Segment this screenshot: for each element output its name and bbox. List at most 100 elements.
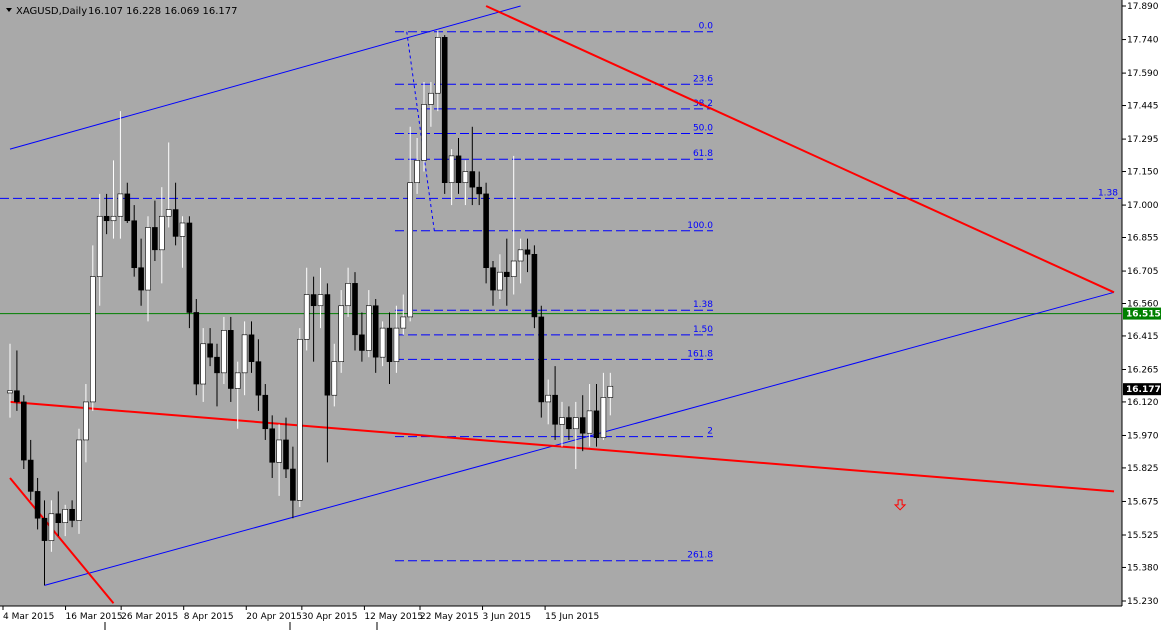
candle-body[interactable]: [172, 209, 179, 237]
candle-body[interactable]: [76, 439, 82, 521]
candle-body[interactable]: [248, 334, 255, 362]
candle-body[interactable]: [379, 327, 386, 358]
price-chart[interactable]: 1.38 0.023.638.250.061.8100.01.381.50161…: [0, 0, 1165, 630]
y-tick-label: 17.150: [1127, 168, 1159, 178]
candle-body[interactable]: [552, 394, 558, 425]
candle-body[interactable]: [566, 417, 572, 430]
candle-body[interactable]: [110, 215, 117, 222]
candle-body[interactable]: [165, 209, 172, 217]
y-tick-label: 15.525: [1127, 531, 1159, 541]
candle-body[interactable]: [365, 305, 372, 351]
candle-body[interactable]: [545, 394, 552, 403]
candle-body[interactable]: [600, 397, 607, 439]
candle-body[interactable]: [152, 227, 158, 251]
candle-body[interactable]: [359, 334, 365, 351]
candle-body[interactable]: [476, 186, 483, 195]
candle-body[interactable]: [579, 417, 586, 434]
candle-body[interactable]: [572, 417, 579, 430]
x-tick-label: 20 Apr 2015: [246, 612, 302, 622]
candle-body[interactable]: [497, 271, 503, 291]
candle-body[interactable]: [386, 327, 393, 362]
candle-body[interactable]: [124, 193, 131, 222]
candle-body[interactable]: [393, 327, 400, 362]
candle-body[interactable]: [96, 215, 103, 277]
candle-body[interactable]: [14, 390, 20, 403]
candle-body[interactable]: [131, 220, 137, 269]
candle-body[interactable]: [262, 394, 269, 430]
candle-body[interactable]: [352, 283, 358, 336]
candle-body[interactable]: [276, 439, 282, 463]
candle-body[interactable]: [62, 508, 69, 524]
candle-body[interactable]: [531, 253, 538, 318]
candle-body[interactable]: [372, 305, 379, 358]
y-tick-label: 16.855: [1127, 234, 1159, 244]
candle-body[interactable]: [255, 361, 262, 396]
candle-body[interactable]: [317, 294, 324, 307]
candle-body[interactable]: [338, 305, 345, 362]
current-price-tag-text: 16.177: [1126, 385, 1161, 395]
candle-body[interactable]: [90, 276, 96, 403]
candle-body[interactable]: [414, 160, 420, 184]
candle-body[interactable]: [510, 260, 517, 277]
candle-body[interactable]: [48, 513, 55, 541]
candle-body[interactable]: [593, 410, 600, 439]
candle-body[interactable]: [345, 283, 351, 307]
candle-body[interactable]: [483, 193, 489, 269]
x-tick-label: 3 Jun 2015: [483, 612, 531, 622]
candle-body[interactable]: [186, 222, 193, 313]
x-tick-label: 15 Jun 2015: [545, 612, 599, 622]
candle-body[interactable]: [20, 401, 27, 461]
candle-body[interactable]: [228, 330, 234, 389]
candle-body[interactable]: [331, 361, 338, 396]
candle-body[interactable]: [455, 155, 462, 184]
candle-body[interactable]: [462, 171, 469, 184]
candle-body[interactable]: [41, 517, 48, 541]
candle-body[interactable]: [103, 215, 110, 222]
candle-body[interactable]: [441, 37, 448, 184]
candle-body[interactable]: [607, 385, 614, 398]
candle-body[interactable]: [34, 491, 41, 519]
candle-body[interactable]: [179, 222, 186, 237]
candle-body[interactable]: [7, 390, 13, 394]
candle-body[interactable]: [428, 92, 434, 105]
candle-body[interactable]: [283, 439, 289, 470]
candle-body[interactable]: [138, 267, 144, 291]
candle-body[interactable]: [421, 104, 427, 161]
candle-body[interactable]: [407, 182, 414, 318]
candle-body[interactable]: [83, 401, 89, 441]
candle-body[interactable]: [221, 330, 227, 374]
candle-body[interactable]: [69, 508, 75, 521]
candle-body[interactable]: [310, 294, 317, 307]
candle-body[interactable]: [234, 372, 241, 389]
candle-body[interactable]: [586, 410, 593, 434]
fib-level-label: 100.0: [687, 221, 713, 231]
candle-body[interactable]: [324, 294, 331, 396]
candle-body[interactable]: [524, 249, 531, 255]
candle-body[interactable]: [503, 271, 510, 277]
candle-body[interactable]: [303, 294, 310, 340]
candle-body[interactable]: [400, 316, 407, 329]
candle-body[interactable]: [296, 338, 303, 501]
candle-body[interactable]: [538, 316, 545, 403]
y-tick-label: 17.000: [1127, 201, 1159, 211]
candle-body[interactable]: [290, 468, 296, 501]
fib-level-label: 61.8: [693, 149, 713, 159]
fib-level-label: 261.8: [687, 551, 713, 561]
candle-body[interactable]: [117, 193, 124, 217]
candle-body[interactable]: [207, 343, 213, 358]
candle-body[interactable]: [517, 249, 524, 262]
candle-body[interactable]: [490, 267, 496, 291]
candle-body[interactable]: [27, 459, 34, 492]
candle-body[interactable]: [448, 155, 455, 184]
candle-body[interactable]: [145, 227, 151, 291]
candle-body[interactable]: [434, 37, 441, 94]
candle-body[interactable]: [269, 428, 276, 463]
candle-body[interactable]: [159, 215, 165, 251]
candle-body[interactable]: [559, 417, 565, 425]
candle-body[interactable]: [214, 356, 220, 374]
candle-body[interactable]: [469, 171, 476, 188]
candle-body[interactable]: [200, 343, 206, 385]
candle-body[interactable]: [55, 513, 62, 524]
candle-body[interactable]: [193, 312, 200, 385]
candle-body[interactable]: [241, 334, 248, 374]
